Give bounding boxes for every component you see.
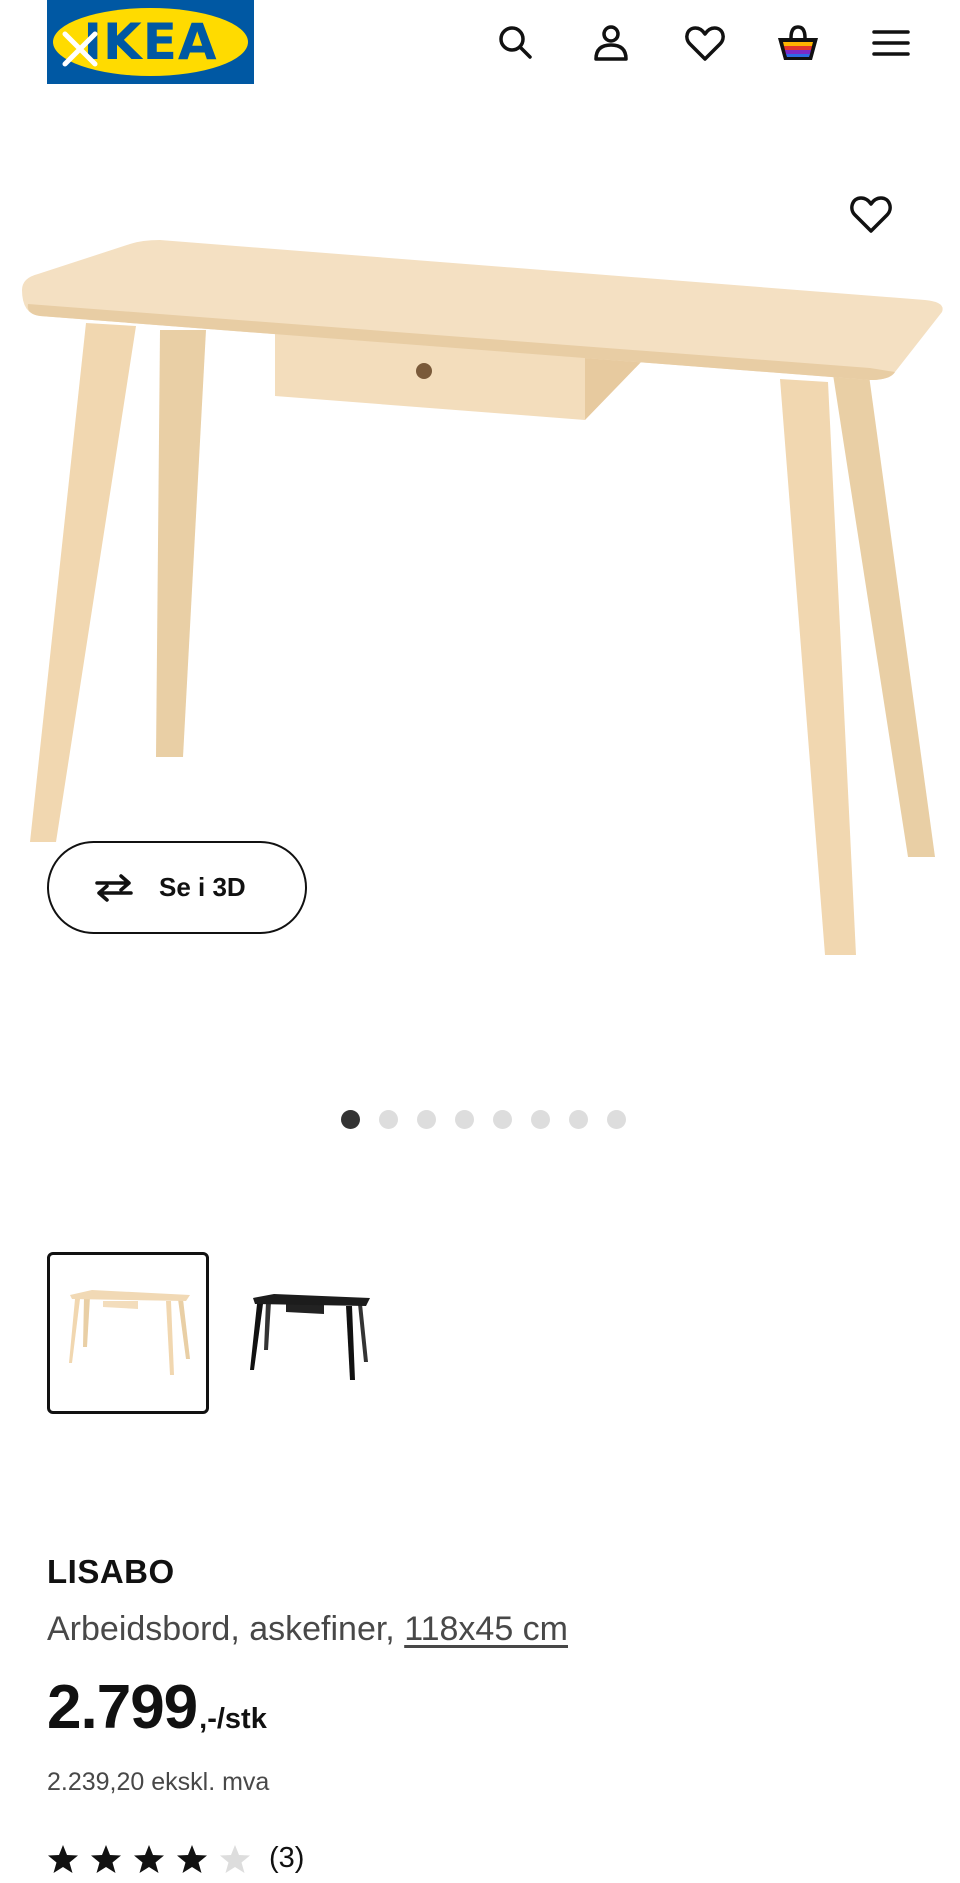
product-rating[interactable]: (3) xyxy=(47,1842,304,1875)
product-type: Arbeidsbord, askefiner, xyxy=(47,1610,405,1648)
search-icon[interactable] xyxy=(492,19,540,67)
star-icon xyxy=(48,1844,78,1873)
carousel-dot-7[interactable] xyxy=(569,1110,588,1129)
variant-thumbnail-black[interactable] xyxy=(226,1252,388,1414)
price-excluding-vat: 2.239,20 ekskl. mva xyxy=(47,1768,270,1796)
carousel-dot-4[interactable] xyxy=(455,1110,474,1129)
review-count: (3) xyxy=(269,1842,305,1874)
view-in-3d-button[interactable]: Se i 3D xyxy=(47,841,307,934)
star-icon xyxy=(91,1844,121,1873)
carousel-dot-3[interactable] xyxy=(417,1110,436,1129)
ikea-logo[interactable]: IKEA xyxy=(47,0,254,84)
carousel-dot-8[interactable] xyxy=(607,1110,626,1129)
carousel-dot-1[interactable] xyxy=(341,1110,360,1129)
user-icon[interactable] xyxy=(587,19,635,67)
image-carousel-dots xyxy=(341,1110,626,1132)
variant-thumbnail-light-wood[interactable] xyxy=(47,1252,209,1414)
variant-image xyxy=(250,1294,370,1380)
close-icon[interactable] xyxy=(57,26,103,72)
star-empty-icon xyxy=(220,1844,250,1873)
carousel-dot-5[interactable] xyxy=(493,1110,512,1129)
variant-image xyxy=(69,1290,190,1375)
rating-stars xyxy=(48,1844,250,1873)
heart-icon[interactable] xyxy=(681,19,729,67)
star-icon xyxy=(177,1844,207,1873)
product-description: Arbeidsbord, askefiner, 118x45 cm xyxy=(47,1610,568,1649)
price-amount: 2.799 xyxy=(47,1673,198,1742)
product-price: 2.799 ,-/stk xyxy=(47,1672,267,1743)
product-name: LISABO xyxy=(47,1553,175,1590)
carousel-dot-6[interactable] xyxy=(531,1110,550,1129)
menu-icon[interactable] xyxy=(867,19,915,67)
product-dimensions-link[interactable]: 118x45 cm xyxy=(404,1610,568,1648)
save-to-favorites-icon[interactable] xyxy=(845,188,897,240)
shopping-bag-icon[interactable] xyxy=(774,19,822,67)
carousel-dot-2[interactable] xyxy=(379,1110,398,1129)
price-suffix: ,-/stk xyxy=(199,1703,267,1735)
star-icon xyxy=(134,1844,164,1873)
view-in-3d-label: Se i 3D xyxy=(159,872,246,902)
rotate-3d-icon xyxy=(95,873,133,902)
